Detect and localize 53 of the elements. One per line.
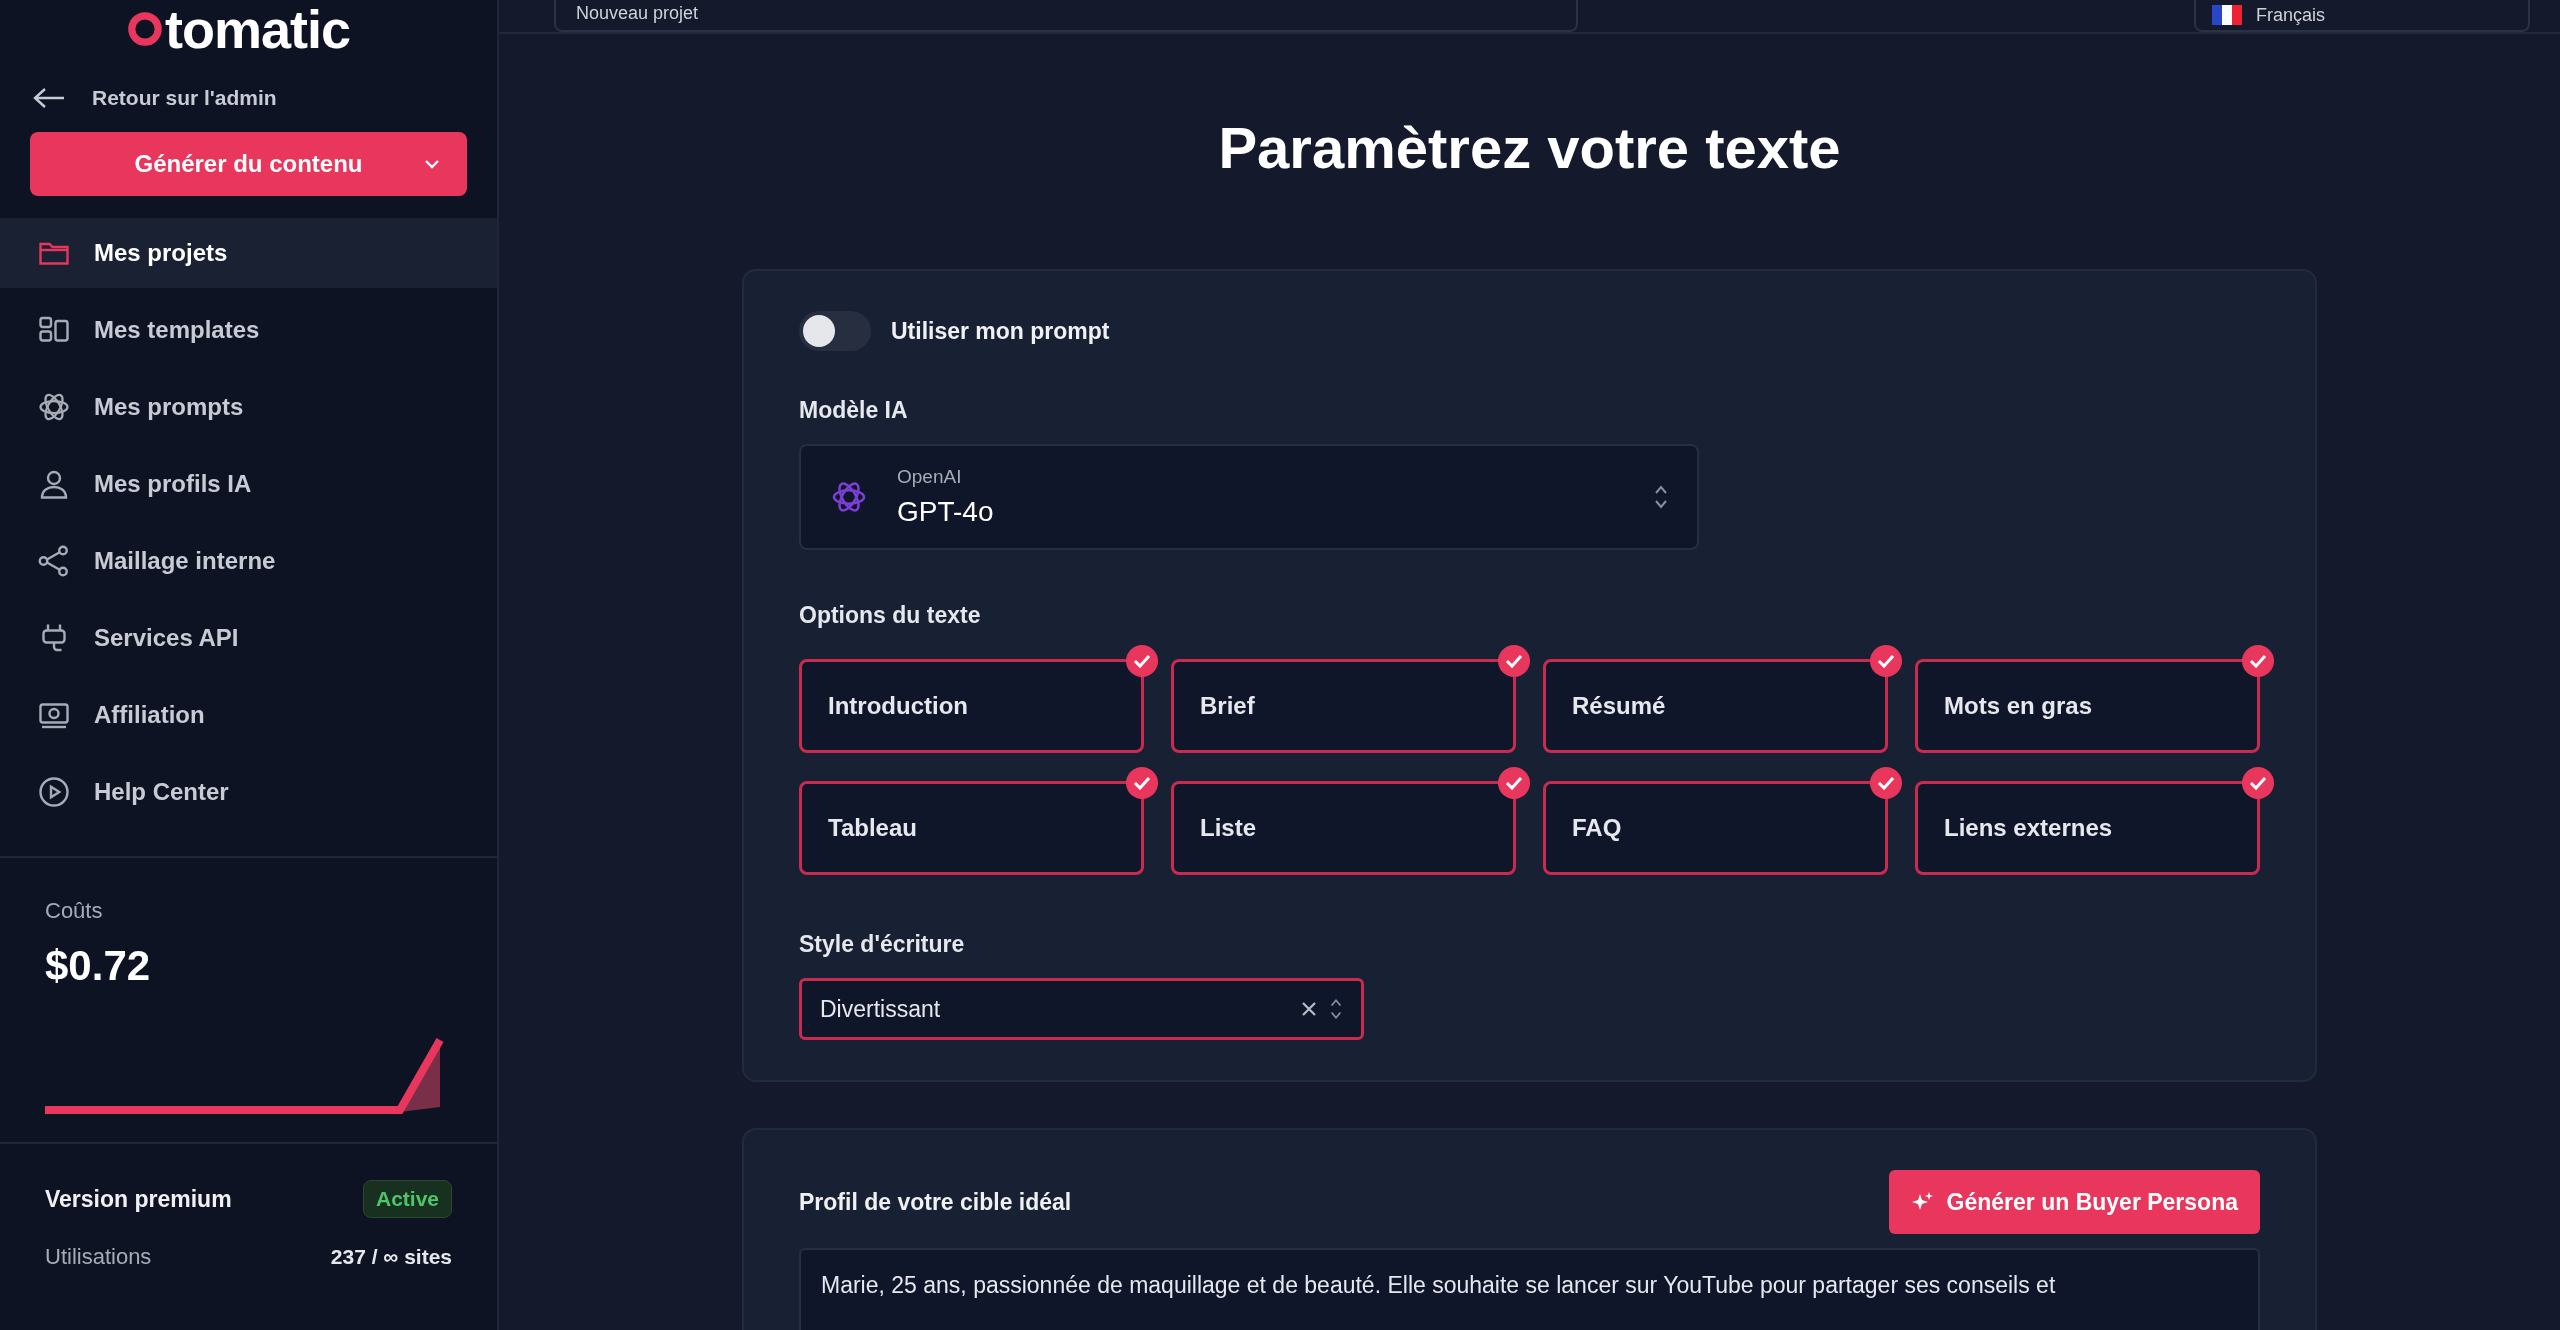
option-checkbox[interactable]: Liste: [1171, 781, 1516, 875]
back-arrow-icon: [32, 86, 66, 110]
checkmark-icon: [2242, 767, 2274, 799]
project-name-field[interactable]: Nouveau projet: [554, 0, 1578, 32]
nav-item[interactable]: Services API: [0, 603, 497, 673]
style-label: Style d'écriture: [799, 931, 966, 958]
prompt-toggle[interactable]: [799, 311, 871, 351]
options-label: Options du texte: [799, 602, 982, 629]
status-badge: Active: [362, 1180, 452, 1218]
nav-item[interactable]: Mes projets: [0, 218, 497, 288]
persona-label: Profil de votre cible idéal: [799, 1188, 1072, 1216]
option-checkbox[interactable]: Introduction: [799, 659, 1144, 753]
model-select[interactable]: OpenAI GPT-4o: [799, 444, 1699, 550]
checkmark-icon: [1126, 767, 1158, 799]
checkmark-icon: [1870, 767, 1902, 799]
updown-icon: [1329, 996, 1343, 1022]
model-label: Modèle IA: [799, 397, 909, 424]
option-checkbox[interactable]: FAQ: [1543, 781, 1888, 875]
option-checkbox[interactable]: Mots en gras: [1915, 659, 2260, 753]
usage-value: 237 / ∞ sites: [330, 1245, 452, 1269]
nav-item[interactable]: Mes templates: [0, 295, 497, 365]
logo-ring-icon: [126, 11, 163, 47]
flag-icon: [2212, 5, 2242, 25]
costs-amount: $0.72: [45, 942, 152, 990]
chevron-down-icon: [423, 158, 441, 170]
style-select[interactable]: Divertissant: [799, 978, 1364, 1040]
option-checkbox[interactable]: Tableau: [799, 781, 1144, 875]
nav-item[interactable]: Mes prompts: [0, 372, 497, 442]
page-title: Paramètrez votre texte: [1218, 114, 1841, 181]
logo-text: tomatic: [164, 2, 350, 56]
generate-persona-button[interactable]: Générer un Buyer Persona: [1888, 1170, 2260, 1234]
language-select[interactable]: Français: [2194, 0, 2530, 32]
checkmark-icon: [2242, 645, 2274, 677]
checkmark-icon: [1870, 645, 1902, 677]
generate-content-button[interactable]: Générer du contenu: [30, 132, 467, 196]
nav-item[interactable]: Maillage interne: [0, 526, 497, 596]
option-checkbox[interactable]: Résumé: [1543, 659, 1888, 753]
updown-icon: [1653, 483, 1669, 511]
back-link[interactable]: Retour sur l'admin: [0, 86, 497, 110]
toggle-label: Utiliser mon prompt: [891, 317, 1110, 345]
nav-item[interactable]: Affiliation: [0, 680, 497, 750]
option-checkbox[interactable]: Liens externes: [1915, 781, 2260, 875]
nav-item[interactable]: Help Center: [0, 757, 497, 827]
checkmark-icon: [1498, 767, 1530, 799]
usage-label: Utilisations: [45, 1244, 152, 1270]
option-checkbox[interactable]: Brief: [1171, 659, 1516, 753]
costs-label: Coûts: [45, 898, 104, 924]
persona-textarea[interactable]: Marie, 25 ans, passionnée de maquillage et de beauté. Elle souhaite se lancer sur YouTube pour partager ses conseils et: [799, 1248, 2260, 1330]
nav-item[interactable]: Mes profils IA: [0, 449, 497, 519]
plan-label: Version premium: [45, 1185, 232, 1213]
checkmark-icon: [1126, 645, 1158, 677]
play-icon: [36, 774, 72, 810]
checkmark-icon: [1498, 645, 1530, 677]
